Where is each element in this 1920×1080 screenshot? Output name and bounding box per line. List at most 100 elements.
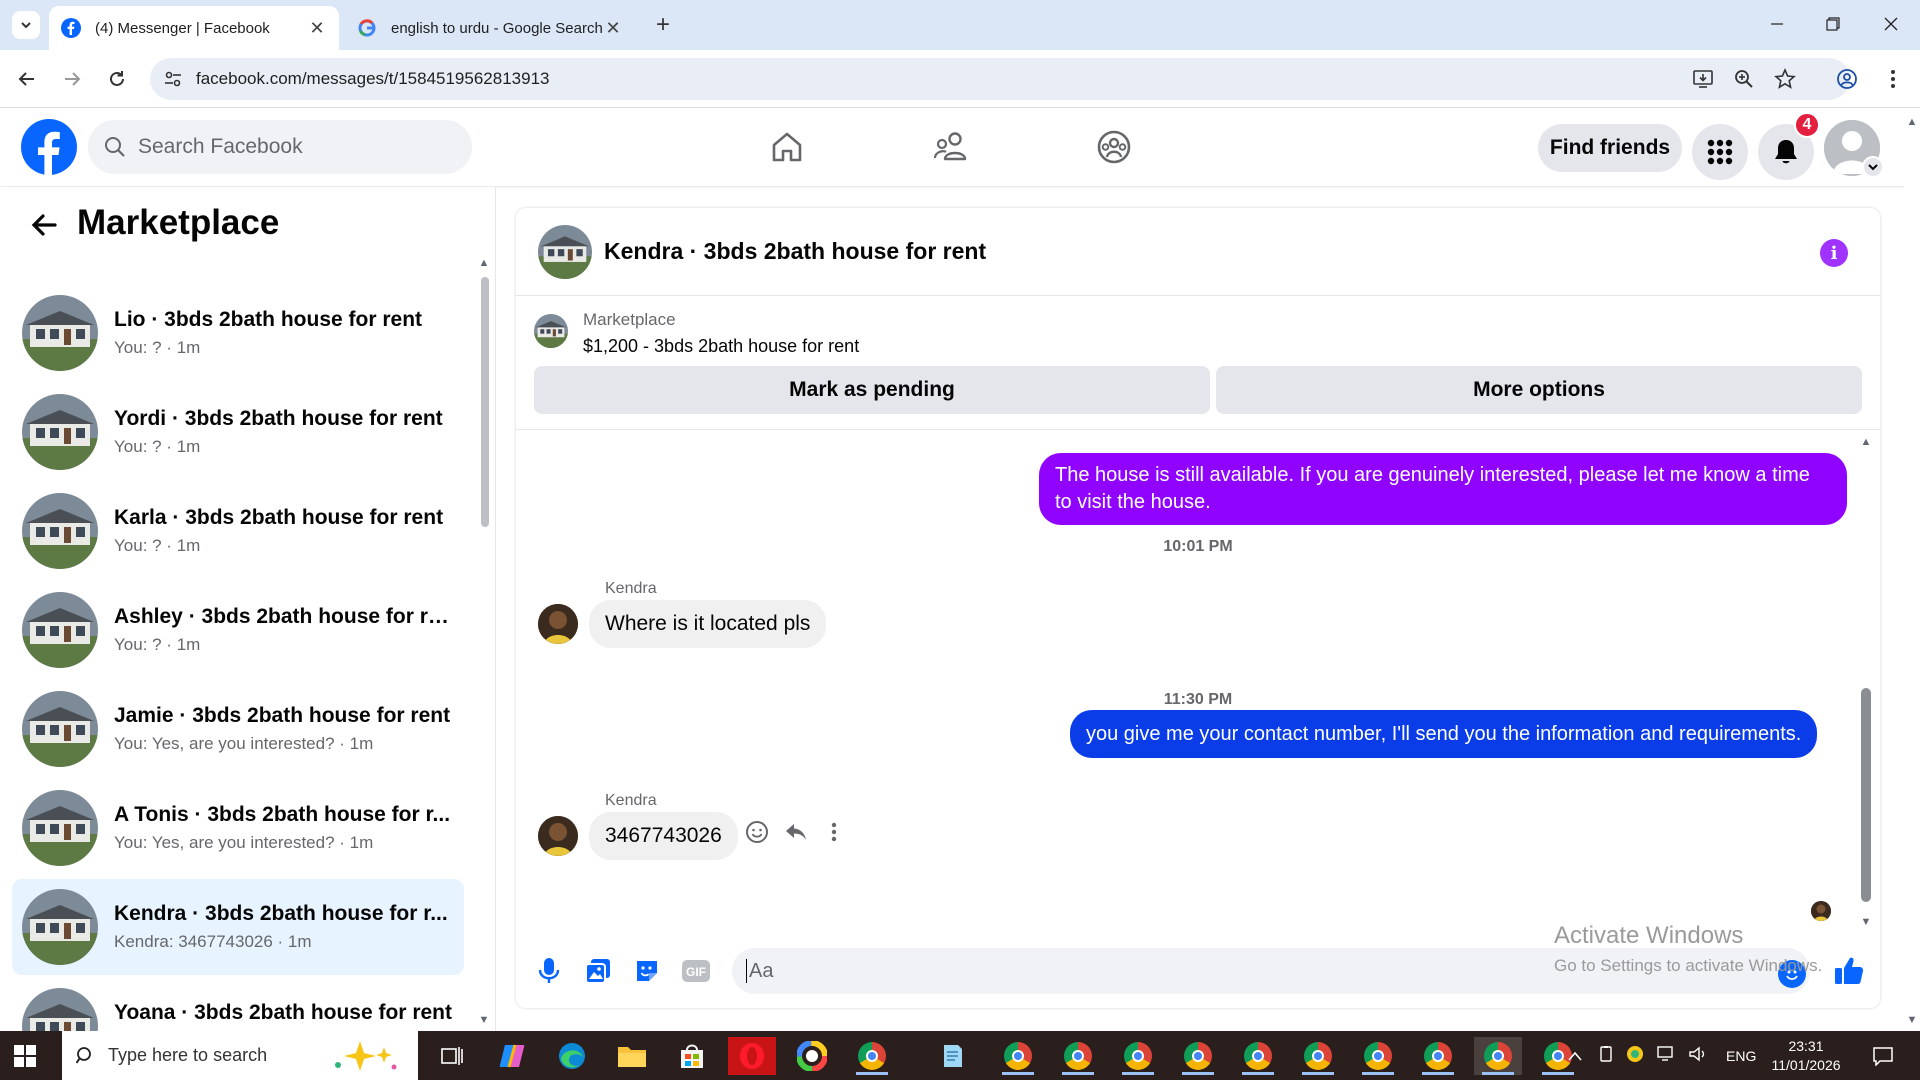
chat-header: Kendra · 3bds 2bath house for rent i (516, 208, 1880, 296)
friends-icon (933, 132, 967, 161)
zoom-icon[interactable] (1731, 66, 1757, 92)
facebook-logo-icon[interactable] (20, 118, 78, 176)
forward-button[interactable] (55, 62, 89, 96)
microsoft-store-icon[interactable] (668, 1037, 716, 1075)
react-smiley-icon[interactable] (742, 817, 772, 847)
thumbs-up-icon[interactable] (1832, 954, 1866, 988)
seen-receipt-avatar (1811, 901, 1831, 921)
incoming-message[interactable]: 3467743026 (589, 812, 738, 860)
close-window-button[interactable] (1868, 6, 1914, 42)
listing-thumbnail[interactable] (534, 314, 568, 348)
start-button[interactable] (10, 1041, 40, 1071)
tab-search-button[interactable] (12, 11, 40, 39)
sender-avatar[interactable] (538, 604, 578, 644)
photo-gallery-icon[interactable] (583, 956, 613, 986)
new-tab-button[interactable]: + (650, 11, 676, 38)
chat-scrollbar-thumb[interactable] (1861, 688, 1871, 902)
back-button[interactable] (10, 62, 44, 96)
close-tab-icon[interactable]: ✕ (307, 18, 327, 38)
taskbar-search-box[interactable]: Type here to search (62, 1031, 418, 1080)
clock-time: 23:31 (1788, 1038, 1824, 1054)
volume-icon[interactable] (1688, 1045, 1708, 1066)
conversation-item[interactable]: Lio · 3bds 2bath house for rent You: ? · … (12, 285, 464, 381)
conversation-item[interactable]: Kendra · 3bds 2bath house for r... Kendra… (12, 879, 464, 975)
language-indicator[interactable]: ENG (1726, 1048, 1756, 1064)
minimize-window-button[interactable] (1754, 6, 1800, 42)
tab-google-search[interactable]: english to urdu - Google Search ✕ (345, 6, 635, 50)
chrome-window-icon[interactable] (1474, 1037, 1522, 1075)
menu-button[interactable] (1692, 124, 1748, 180)
nav-friends[interactable] (921, 122, 981, 172)
battery-icon[interactable] (1598, 1046, 1614, 1065)
conversation-item[interactable]: Karla · 3bds 2bath house for rent You: ? … (12, 483, 464, 579)
conversation-item[interactable]: Jamie · 3bds 2bath house for rent You: Ye… (12, 681, 464, 777)
chrome-window-icon[interactable] (1414, 1037, 1462, 1075)
conversation-item[interactable]: A Tonis · 3bds 2bath house for r... You: … (12, 780, 464, 876)
facebook-search-input[interactable]: Search Facebook (88, 120, 472, 174)
browser-profile-button[interactable] (1832, 64, 1862, 94)
reload-button[interactable] (100, 62, 134, 96)
microphone-icon[interactable] (534, 956, 564, 986)
address-bar[interactable]: facebook.com/messages/t/1584519562813913 (150, 58, 1850, 100)
scroll-down-arrow-icon[interactable]: ▼ (1860, 916, 1872, 928)
scroll-up-arrow-icon[interactable]: ▲ (1906, 116, 1918, 128)
find-friends-button[interactable]: Find friends (1538, 124, 1682, 172)
nav-home[interactable] (757, 122, 817, 172)
file-explorer-icon[interactable] (608, 1037, 656, 1075)
sparkle-icon (335, 1041, 397, 1071)
notification-center-icon[interactable] (1858, 1037, 1908, 1075)
list-scrollbar-thumb[interactable] (481, 277, 489, 527)
chrome-window-icon[interactable] (1294, 1037, 1342, 1075)
marketplace-conversation-list: Marketplace Lio · 3bds 2bath house for r… (0, 187, 496, 1031)
page-scrollbar[interactable]: ▲ ▼ (1904, 108, 1920, 1031)
chat-listing-avatar[interactable] (538, 225, 592, 279)
sticker-icon[interactable] (632, 956, 662, 986)
chat-title[interactable]: Kendra · 3bds 2bath house for rent (604, 238, 986, 265)
info-icon[interactable]: i (1820, 239, 1848, 267)
network-icon[interactable] (1656, 1045, 1676, 1066)
install-app-icon[interactable] (1690, 66, 1716, 92)
outgoing-message[interactable]: The house is still available. If you are… (1039, 453, 1847, 525)
close-tab-icon[interactable]: ✕ (603, 18, 623, 38)
edge-browser-icon[interactable] (548, 1037, 596, 1075)
incoming-message[interactable]: Where is it located pls (589, 600, 827, 648)
scroll-down-arrow-icon[interactable]: ▼ (478, 1014, 490, 1026)
tab-messenger[interactable]: (4) Messenger | Facebook ✕ (49, 6, 339, 50)
scroll-up-arrow-icon[interactable]: ▲ (478, 257, 490, 269)
restore-window-button[interactable] (1810, 6, 1856, 42)
scroll-down-arrow-icon[interactable]: ▼ (1906, 1014, 1918, 1026)
back-arrow-button[interactable] (26, 207, 62, 243)
conversation-item[interactable]: Ashley · 3bds 2bath house for rent You: ?… (12, 582, 464, 678)
notepad-app-icon[interactable] (928, 1037, 976, 1075)
more-vertical-icon[interactable] (819, 817, 849, 847)
outgoing-message[interactable]: you give me your contact number, I'll se… (1070, 710, 1818, 758)
taskbar-clock[interactable]: 23:31 11/01/2026 (1756, 1037, 1856, 1075)
opera-browser-icon[interactable] (728, 1037, 776, 1075)
reply-icon[interactable] (781, 817, 811, 847)
security-status-icon[interactable] (1626, 1045, 1644, 1066)
sender-avatar[interactable] (538, 816, 578, 856)
account-menu-caret[interactable] (1862, 156, 1884, 178)
nav-groups[interactable] (1084, 122, 1144, 172)
chrome-window-icon[interactable] (1234, 1037, 1282, 1075)
chrome-window-icon[interactable] (1114, 1037, 1162, 1075)
site-info-icon[interactable] (156, 69, 190, 89)
chrome-window-icon[interactable] (1054, 1037, 1102, 1075)
chrome-window-icon[interactable] (994, 1037, 1042, 1075)
more-options-button[interactable]: More options (1216, 366, 1862, 414)
copilot-icon[interactable] (488, 1037, 536, 1075)
chrome-window-icon[interactable] (1174, 1037, 1222, 1075)
bookmark-star-icon[interactable] (1772, 66, 1798, 92)
browser-menu-button[interactable] (1878, 64, 1908, 94)
conversation-item[interactable]: Yoana · 3bds 2bath house for rentYou: Ye… (12, 978, 464, 1031)
colorful-app-icon[interactable] (788, 1037, 836, 1075)
mark-as-pending-button[interactable]: Mark as pending (534, 366, 1210, 414)
chrome-window-icon[interactable] (848, 1037, 896, 1075)
chrome-window-icon[interactable] (1354, 1037, 1402, 1075)
listing-title[interactable]: $1,200 - 3bds 2bath house for rent (583, 336, 859, 357)
chevron-up-icon[interactable] (1568, 1048, 1582, 1064)
gif-icon[interactable]: GIF (681, 956, 711, 986)
conversation-item[interactable]: Yordi · 3bds 2bath house for rent You: ? … (12, 384, 464, 480)
scroll-up-arrow-icon[interactable]: ▲ (1860, 436, 1872, 448)
task-view-icon[interactable] (428, 1037, 476, 1075)
